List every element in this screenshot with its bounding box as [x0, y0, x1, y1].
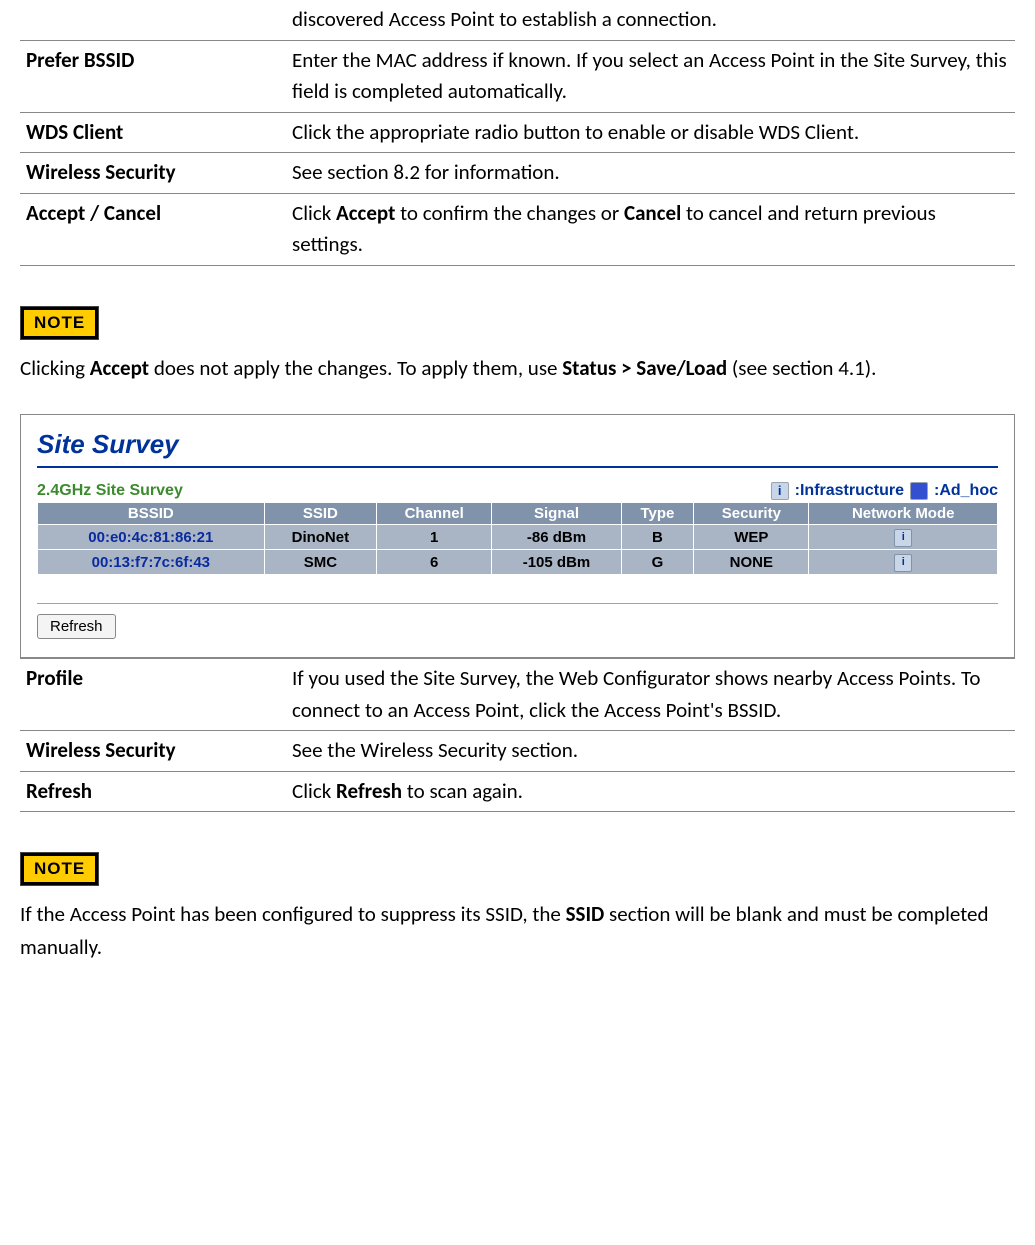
- note-label: NOTE: [24, 310, 95, 336]
- settings-table-2: Profile If you used the Site Survey, the…: [20, 658, 1015, 812]
- term-wireless-security-2: Wireless Security: [20, 731, 286, 772]
- th-ssid: SSID: [264, 503, 376, 525]
- text: to confirm the changes or: [395, 200, 624, 226]
- infrastructure-icon: i: [771, 482, 789, 500]
- infrastructure-icon: i: [894, 529, 912, 547]
- cell-security: NONE: [694, 550, 809, 575]
- text: Click: [292, 200, 336, 226]
- note-badge: NOTE: [20, 852, 99, 886]
- table-row: Profile If you used the Site Survey, the…: [20, 659, 1015, 731]
- infrastructure-icon: i: [894, 554, 912, 572]
- term-wireless-security: Wireless Security: [20, 153, 286, 194]
- bssid-link[interactable]: 00:13:f7:7c:6f:43: [38, 550, 265, 575]
- note-badge: NOTE: [20, 306, 99, 340]
- cell-channel: 1: [377, 525, 492, 550]
- desc-accept-cancel: Click Accept to confirm the changes or C…: [286, 193, 1015, 265]
- band-label: 2.4GHz Site Survey: [37, 482, 183, 500]
- th-network-mode: Network Mode: [809, 503, 998, 525]
- adhoc-icon: [910, 482, 928, 500]
- desc-profile: If you used the Site Survey, the Web Con…: [286, 659, 1015, 731]
- th-channel: Channel: [377, 503, 492, 525]
- th-security: Security: [694, 503, 809, 525]
- desc-wireless-security: See section 8.2 for information.: [286, 153, 1015, 194]
- legend-infra-label: :Infrastructure: [795, 482, 904, 500]
- cell-signal: -86 dBm: [492, 525, 621, 550]
- settings-table-1: discovered Access Point to establish a c…: [20, 0, 1015, 266]
- cell-security: WEP: [694, 525, 809, 550]
- table-row: 00:e0:4c:81:86:21 DinoNet 1 -86 dBm B WE…: [38, 525, 998, 550]
- desc-wireless-security-2: See the Wireless Security section.: [286, 731, 1015, 772]
- desc-wds-client: Click the appropriate radio button to en…: [286, 112, 1015, 153]
- note-text-1: Clicking Accept does not apply the chang…: [20, 352, 1015, 385]
- bold-accept: Accept: [336, 200, 395, 226]
- bold-cancel: Cancel: [624, 200, 681, 226]
- cell-channel: 6: [377, 550, 492, 575]
- site-survey-panel: Site Survey 2.4GHz Site Survey i :Infras…: [20, 414, 1015, 658]
- refresh-area: Refresh: [37, 603, 998, 639]
- desc-refresh: Click Refresh to scan again.: [286, 771, 1015, 812]
- text: Click: [292, 778, 336, 804]
- bold-accept: Accept: [90, 355, 149, 381]
- desc-continuation: discovered Access Point to establish a c…: [286, 0, 1015, 40]
- cell-ssid: SMC: [264, 550, 376, 575]
- refresh-button[interactable]: Refresh: [37, 614, 116, 639]
- text: Clicking: [20, 355, 90, 381]
- term-prefer-bssid: Prefer BSSID: [20, 40, 286, 112]
- note-label: NOTE: [24, 856, 95, 882]
- term-accept-cancel: Accept / Cancel: [20, 193, 286, 265]
- site-survey-title: Site Survey: [37, 429, 998, 468]
- th-bssid: BSSID: [38, 503, 265, 525]
- site-survey-table: BSSID SSID Channel Signal Type Security …: [37, 502, 998, 575]
- table-row: Accept / Cancel Click Accept to confirm …: [20, 193, 1015, 265]
- legend-adhoc-label: :Ad_hoc: [934, 482, 998, 500]
- cell-ssid: DinoNet: [264, 525, 376, 550]
- bold-ssid: SSID: [566, 901, 605, 927]
- term-wds-client: WDS Client: [20, 112, 286, 153]
- cell-type: G: [621, 550, 694, 575]
- table-row: Wireless Security See section 8.2 for in…: [20, 153, 1015, 194]
- table-row: Prefer BSSID Enter the MAC address if kn…: [20, 40, 1015, 112]
- cell-type: B: [621, 525, 694, 550]
- table-row: 00:13:f7:7c:6f:43 SMC 6 -105 dBm G NONE …: [38, 550, 998, 575]
- table-row: Wireless Security See the Wireless Secur…: [20, 731, 1015, 772]
- bold-refresh: Refresh: [336, 778, 402, 804]
- term-profile: Profile: [20, 659, 286, 731]
- table-row: discovered Access Point to establish a c…: [20, 0, 1015, 40]
- legend: i :Infrastructure :Ad_hoc: [771, 482, 998, 500]
- note-text-2: If the Access Point has been configured …: [20, 898, 1015, 963]
- term-refresh: Refresh: [20, 771, 286, 812]
- desc-prefer-bssid: Enter the MAC address if known. If you s…: [286, 40, 1015, 112]
- cell-network-mode: i: [809, 550, 998, 575]
- table-row: Refresh Click Refresh to scan again.: [20, 771, 1015, 812]
- bold-status-saveload: Status > Save/Load: [562, 355, 727, 381]
- cell-signal: -105 dBm: [492, 550, 621, 575]
- th-type: Type: [621, 503, 694, 525]
- text: to scan again.: [402, 778, 523, 804]
- term-blank: [20, 0, 286, 40]
- th-signal: Signal: [492, 503, 621, 525]
- table-row: WDS Client Click the appropriate radio b…: [20, 112, 1015, 153]
- cell-network-mode: i: [809, 525, 998, 550]
- text: (see section 4.1).: [727, 355, 876, 381]
- bssid-link[interactable]: 00:e0:4c:81:86:21: [38, 525, 265, 550]
- table-header-row: BSSID SSID Channel Signal Type Security …: [38, 503, 998, 525]
- text: does not apply the changes. To apply the…: [149, 355, 562, 381]
- text: If the Access Point has been configured …: [20, 901, 566, 927]
